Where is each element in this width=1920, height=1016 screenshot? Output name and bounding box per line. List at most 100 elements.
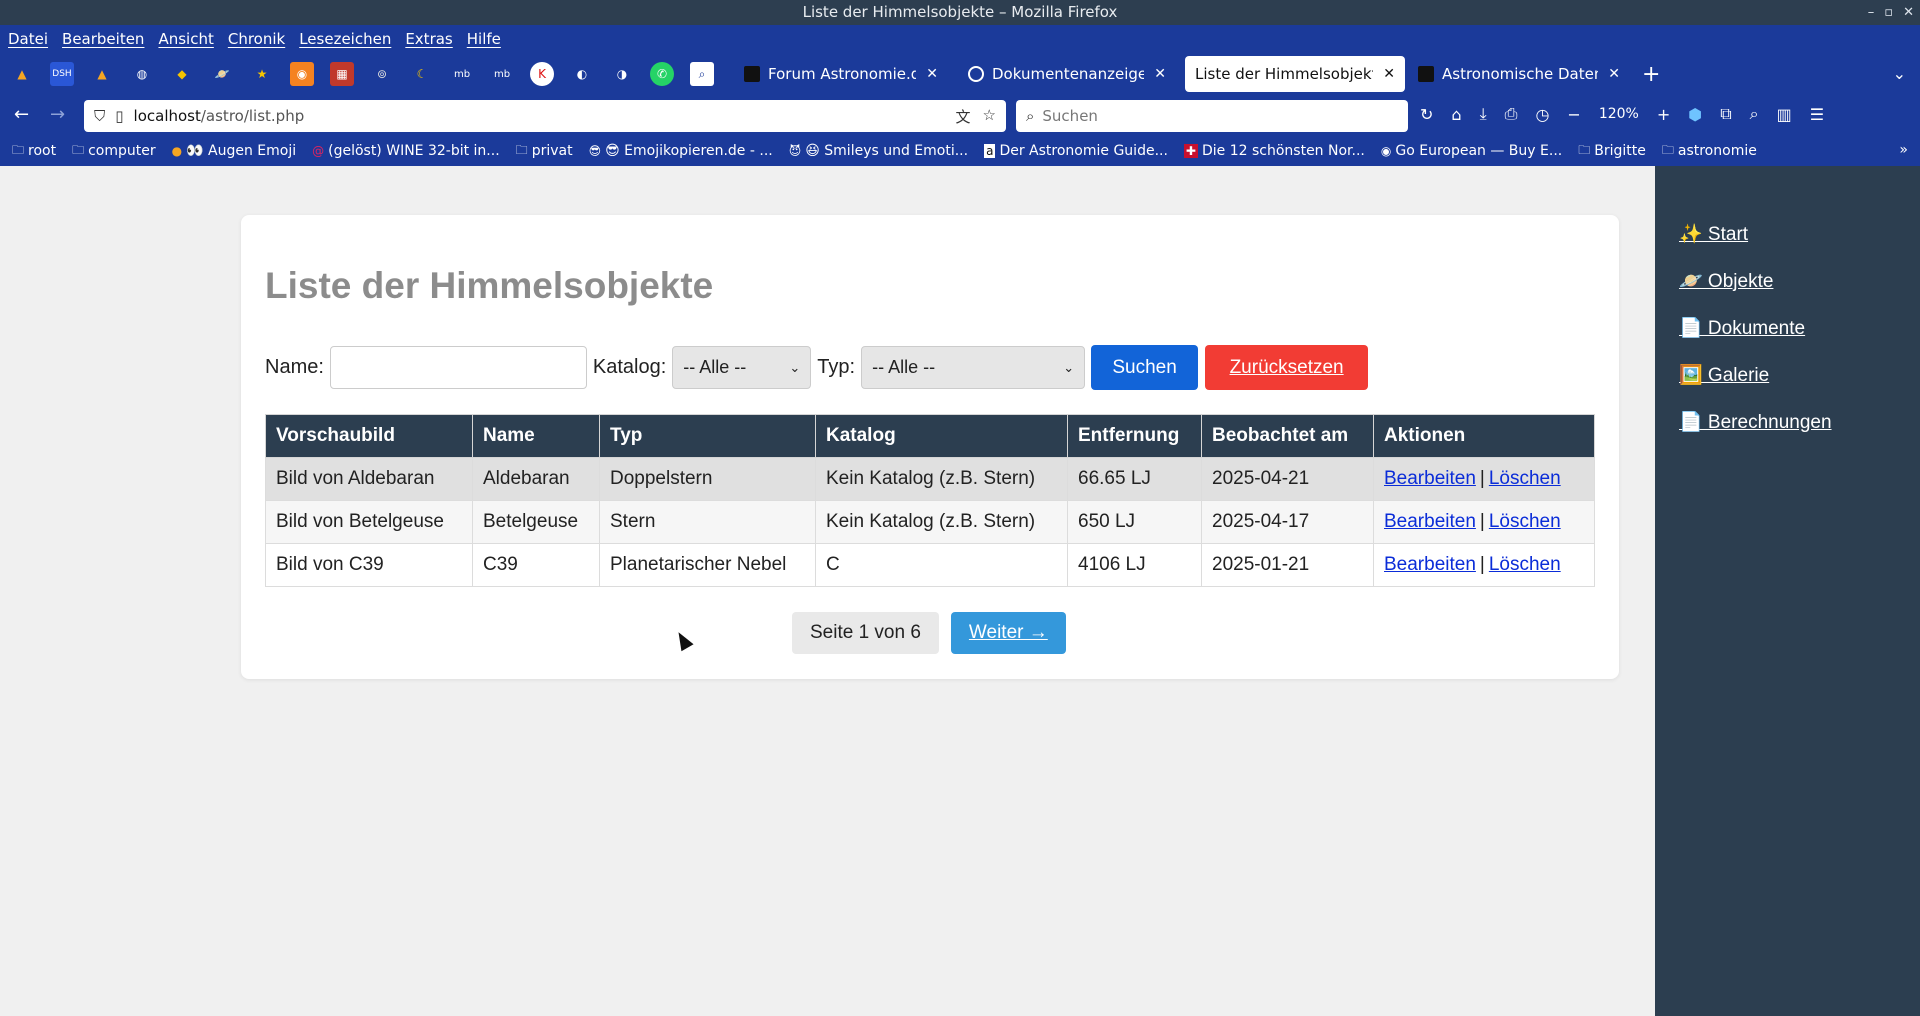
tab-strip: ▲ DSH ▲ ◍ ◆ 🪐 ★ ◉ ▦ ⊚ ☾ mb mb K ◐ ◑ ✆ ⌕ …	[0, 52, 1920, 96]
url-bar[interactable]: ⛉ ▯ localhost/astro/list.php 文 ☆	[84, 100, 1006, 132]
tab-liste-himmelsobjekte[interactable]: Liste der Himmelsobjekte ✕	[1185, 56, 1405, 92]
bookmark-astronomie-guide[interactable]: a Der Astronomie Guide...	[984, 143, 1168, 159]
reload-icon[interactable]: ↻	[1420, 105, 1433, 124]
search-extension-icon[interactable]: ⌕	[1750, 104, 1759, 124]
menu-ansicht[interactable]: Ansicht	[158, 30, 213, 48]
name-input[interactable]	[329, 346, 587, 389]
tab-list-chevron-icon[interactable]: ⌄	[1893, 64, 1906, 83]
shield-icon[interactable]: ⛉	[94, 107, 105, 125]
magnifier-icon[interactable]: ⌕	[690, 62, 714, 86]
bookmark-emojikopieren[interactable]: 😎 😎 Emojikopieren.de - ...	[589, 143, 773, 159]
globe-icon[interactable]: ◍	[130, 62, 154, 86]
more-bookmarks-icon[interactable]: »	[1899, 142, 1908, 158]
ring-icon[interactable]: ⊚	[370, 62, 394, 86]
emoji-icon: 😈	[788, 144, 802, 158]
sidebar-item-objekte[interactable]: 🪐 Objekte	[1679, 269, 1773, 293]
distance-cell: 650 LJ	[1067, 500, 1202, 544]
toolbar-right: ↻ ⌂ ⤓ ⎙ ◷ − 120% + ⬢ ⧉ ⌕ ▥ ☰	[1420, 104, 1824, 124]
download-icon[interactable]: ⤓	[1480, 104, 1487, 124]
sidebar-item-berechnungen[interactable]: 📄 Berechnungen	[1679, 410, 1832, 434]
new-tab-icon[interactable]: +	[1642, 62, 1660, 87]
bookmark-wine[interactable]: @ (gelöst) WINE 32-bit in...	[312, 143, 500, 159]
bookmark-root[interactable]: 🗀 root	[12, 141, 56, 162]
catalog-cell: C	[815, 543, 1068, 587]
edit-link[interactable]: Bearbeiten	[1384, 554, 1476, 575]
bookmark-go-european[interactable]: ◉ Go European — Buy E...	[1381, 143, 1562, 159]
fish-icon[interactable]: ◑	[610, 62, 634, 86]
name-cell: C39	[472, 543, 600, 587]
print-icon[interactable]: ⎙	[1505, 104, 1518, 124]
hamburger-menu-icon[interactable]: ☰	[1810, 105, 1824, 124]
circle-icon[interactable]: ◐	[570, 62, 594, 86]
rss-icon[interactable]: ◉	[290, 62, 314, 86]
menu-extras[interactable]: Extras	[405, 30, 452, 48]
reset-button[interactable]: Zurücksetzen	[1205, 345, 1369, 390]
zoom-out-icon[interactable]: −	[1567, 105, 1580, 124]
delete-link[interactable]: Löschen	[1489, 468, 1561, 489]
edit-link[interactable]: Bearbeiten	[1384, 511, 1476, 532]
k-icon[interactable]: K	[530, 62, 554, 86]
saturn-icon[interactable]: 🪐	[210, 62, 234, 86]
history-icon[interactable]: ◷	[1535, 105, 1549, 124]
menu-lesezeichen[interactable]: Lesezeichen	[299, 30, 391, 48]
grid-icon[interactable]: ▦	[330, 62, 354, 86]
sidebar-item-start[interactable]: ✨ Start	[1679, 222, 1748, 246]
bookmark-astronomie[interactable]: 🗀 astronomie	[1662, 141, 1757, 162]
diamond-icon[interactable]: ◆	[170, 62, 194, 86]
forward-icon[interactable]: →	[50, 104, 65, 125]
whatsapp-icon[interactable]: ✆	[650, 62, 674, 86]
menu-datei[interactable]: Datei	[8, 30, 48, 48]
catalog-select[interactable]: -- Alle -- ⌄	[672, 346, 812, 389]
extension-icon[interactable]: ⬢	[1688, 105, 1702, 124]
back-icon[interactable]: ←	[14, 104, 29, 125]
chevron-down-icon: ⌄	[1063, 359, 1075, 375]
tab-close-icon[interactable]: ✕	[916, 66, 938, 82]
zoom-level[interactable]: 120%	[1599, 106, 1639, 122]
objects-table: Vorschaubild Name Typ Katalog Entfernung…	[265, 414, 1595, 587]
menu-chronik[interactable]: Chronik	[228, 30, 285, 48]
bookmark-12-schoensten[interactable]: ✚ Die 12 schönsten Nor...	[1183, 143, 1365, 159]
bookmark-computer[interactable]: 🗀 computer	[72, 141, 156, 162]
search-button[interactable]: Suchen	[1091, 345, 1199, 390]
sidebar-item-dokumente[interactable]: 📄 Dokumente	[1679, 316, 1805, 340]
sidebar-toggle-icon[interactable]: ▥	[1777, 105, 1792, 124]
menu-hilfe[interactable]: Hilfe	[467, 30, 501, 48]
bookmark-privat[interactable]: 🗀 privat	[516, 141, 573, 162]
observed-cell: 2025-01-21	[1201, 543, 1374, 587]
puzzle-icon[interactable]: ⧉	[1720, 104, 1731, 124]
sidebar-item-galerie[interactable]: 🖼️ Galerie	[1679, 363, 1769, 387]
home-icon[interactable]: ⌂	[1451, 105, 1461, 124]
translate-icon[interactable]: 文	[956, 106, 971, 127]
delete-link[interactable]: Löschen	[1489, 511, 1561, 532]
mb-icon[interactable]: mb	[450, 62, 474, 86]
minimize-icon[interactable]: –	[1868, 0, 1875, 25]
tab-astronomische-datenbank[interactable]: Astronomische Datenban ✕	[1408, 56, 1630, 92]
tab-forum-astronomie[interactable]: Forum Astronomie.de ✕	[734, 56, 948, 92]
edit-link[interactable]: Bearbeiten	[1384, 468, 1476, 489]
delete-link[interactable]: Löschen	[1489, 554, 1561, 575]
tab-dokumentenanzeige[interactable]: Dokumentenanzeige anp ✕	[958, 56, 1176, 92]
mb-icon[interactable]: mb	[490, 62, 514, 86]
tab-close-icon[interactable]: ✕	[1144, 66, 1166, 82]
type-select[interactable]: -- Alle -- ⌄	[861, 346, 1086, 389]
pyramid-icon[interactable]: ▲	[90, 62, 114, 86]
star-icon[interactable]: ★	[250, 62, 274, 86]
dsh-icon[interactable]: DSH	[50, 62, 74, 86]
bookmark-smileys[interactable]: 😈 😆 Smileys und Emoti...	[789, 143, 968, 159]
menu-bearbeiten[interactable]: Bearbeiten	[62, 30, 144, 48]
action-separator: |	[1479, 468, 1485, 489]
bookmark-brigitte[interactable]: 🗀 Brigitte	[1578, 141, 1646, 162]
next-page-button[interactable]: Weiter →	[950, 612, 1066, 654]
close-icon[interactable]: ✕	[1903, 0, 1914, 25]
zoom-in-icon[interactable]: +	[1657, 105, 1670, 124]
pyramid-icon[interactable]: ▲	[10, 62, 34, 86]
search-input[interactable]: ⌕ Suchen	[1016, 100, 1408, 132]
moon-icon[interactable]: ☾	[410, 62, 434, 86]
tab-close-icon[interactable]: ✕	[1373, 66, 1395, 82]
tab-close-icon[interactable]: ✕	[1598, 66, 1620, 82]
bookmark-augen-emoji[interactable]: ● 👀 Augen Emoji	[172, 143, 296, 159]
maximize-icon[interactable]: ▫	[1884, 0, 1893, 25]
distance-cell: 66.65 LJ	[1067, 457, 1202, 501]
bookmark-star-icon[interactable]: ☆	[983, 106, 996, 127]
preview-cell: Bild von Aldebaran	[265, 457, 473, 501]
